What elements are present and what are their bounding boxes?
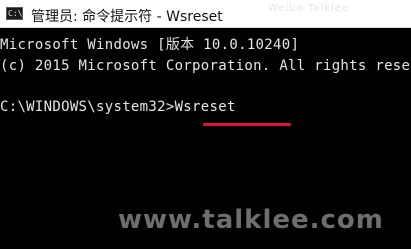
console-line-version: Microsoft Windows [版本 10.0.10240] — [0, 37, 300, 53]
title-watermark: Weibo Talklee — [268, 3, 350, 14]
cmd-icon: C:\ — [6, 7, 23, 20]
command-highlight-underline — [203, 123, 291, 126]
window-title: 管理员: 命令提示符 - Wsreset — [31, 9, 223, 25]
site-watermark: www.talklee.com — [118, 205, 384, 235]
console-line-command: C:\WINDOWS\system32>Wsreset — [0, 99, 236, 115]
console-line-copyright: (c) 2015 Microsoft Corporation. All righ… — [0, 58, 411, 74]
title-bar[interactable]: C:\ 管理员: 命令提示符 - Wsreset Weibo Talklee — [0, 0, 411, 28]
